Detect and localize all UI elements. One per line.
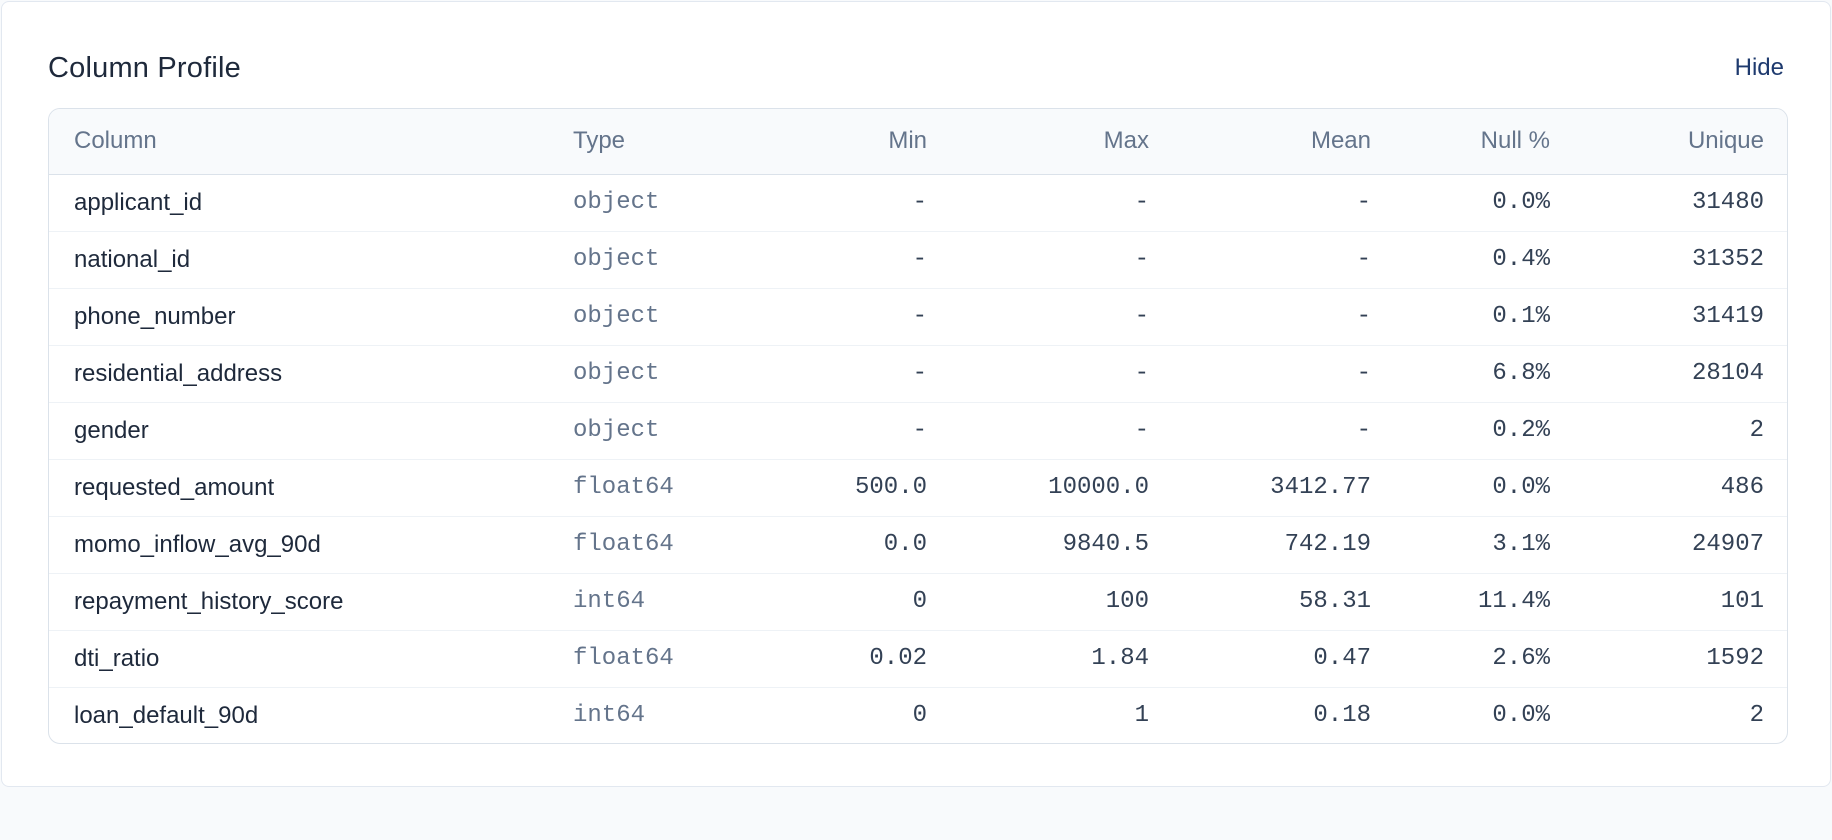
cell-mean: - — [1356, 360, 1371, 387]
column-profile-table-wrapper: Column Type Min Max Mean Null % Unique a… — [48, 108, 1788, 744]
header-min[interactable]: Min — [743, 109, 927, 174]
cell-column-name: repayment_history_score — [74, 587, 344, 615]
cell-mean: - — [1356, 417, 1371, 444]
cell-mean: 3412.77 — [1270, 474, 1371, 501]
table-row: phone_number object - - - 0.1% 31419 — [49, 288, 1787, 345]
cell-unique: 24907 — [1691, 531, 1764, 558]
cell-column-name: applicant_id — [74, 188, 203, 216]
cell-null-pct: 0.1% — [1492, 303, 1550, 330]
cell-min: - — [912, 246, 927, 273]
cell-null-pct: 0.2% — [1492, 417, 1550, 444]
cell-unique: 31419 — [1691, 303, 1764, 330]
cell-null-pct: 6.8% — [1492, 360, 1550, 387]
cell-max: - — [1134, 189, 1149, 216]
cell-column-name: momo_inflow_avg_90d — [74, 530, 321, 558]
cell-max: - — [1134, 360, 1149, 387]
table-row: gender object - - - 0.2% 2 — [49, 402, 1787, 459]
cell-type: float64 — [573, 474, 674, 501]
table-row: applicant_id object - - - 0.0% 31480 — [49, 174, 1787, 231]
cell-null-pct: 0.0% — [1492, 702, 1550, 730]
header-max[interactable]: Max — [927, 109, 1149, 174]
cell-min: 0 — [912, 588, 927, 615]
cell-null-pct: 0.0% — [1492, 189, 1550, 216]
header-null-pct[interactable]: Null % — [1371, 109, 1550, 174]
cell-column-name: national_id — [74, 245, 191, 273]
header-row: Column Type Min Max Mean Null % Unique — [49, 109, 1787, 174]
header-column[interactable]: Column — [49, 109, 573, 174]
cell-max: 1 — [1134, 702, 1149, 730]
cell-min: - — [912, 303, 927, 330]
cell-mean: 58.31 — [1298, 588, 1371, 615]
cell-max: - — [1134, 303, 1149, 330]
cell-column-name: phone_number — [74, 302, 236, 330]
panel-header: Column Profile Hide — [48, 48, 1784, 88]
header-mean[interactable]: Mean — [1149, 109, 1371, 174]
cell-type: float64 — [573, 531, 674, 558]
cell-max: - — [1134, 417, 1149, 444]
table-row: momo_inflow_avg_90d float64 0.0 9840.5 7… — [49, 516, 1787, 573]
table-row: repayment_history_score int64 0 100 58.3… — [49, 573, 1787, 630]
table-row: loan_default_90d int64 0 1 0.18 0.0% 2 — [49, 687, 1787, 743]
cell-max: - — [1134, 246, 1149, 273]
cell-mean: 742.19 — [1284, 531, 1371, 558]
cell-column-name: loan_default_90d — [74, 701, 259, 729]
cell-min: 0.0 — [883, 531, 927, 558]
cell-mean: - — [1356, 303, 1371, 330]
table-row: requested_amount float64 500.0 10000.0 3… — [49, 459, 1787, 516]
cell-max: 100 — [1105, 588, 1149, 615]
cell-max: 9840.5 — [1062, 531, 1149, 558]
cell-min: - — [912, 189, 927, 216]
cell-type: int64 — [573, 588, 646, 615]
hide-button[interactable]: Hide — [1735, 54, 1784, 82]
cell-null-pct: 11.4% — [1477, 588, 1550, 615]
cell-type: float64 — [573, 645, 674, 672]
cell-min: 500.0 — [854, 474, 927, 501]
table-row: dti_ratio float64 0.02 1.84 0.47 2.6% 15… — [49, 630, 1787, 687]
cell-mean: 0.18 — [1313, 702, 1371, 730]
column-profile-panel: Column Profile Hide Column Type Min Max … — [1, 1, 1831, 787]
cell-unique: 2 — [1749, 417, 1764, 444]
cell-unique: 101 — [1720, 588, 1764, 615]
cell-min: - — [912, 417, 927, 444]
header-unique[interactable]: Unique — [1550, 109, 1787, 174]
cell-column-name: residential_address — [74, 359, 283, 387]
cell-min: 0 — [912, 702, 927, 730]
cell-max: 1.84 — [1091, 645, 1149, 672]
cell-type: object — [573, 246, 660, 273]
cell-min: - — [912, 360, 927, 387]
panel-title: Column Profile — [48, 51, 241, 84]
cell-null-pct: 3.1% — [1492, 531, 1550, 558]
cell-unique: 1592 — [1706, 645, 1764, 672]
column-profile-table: Column Type Min Max Mean Null % Unique a… — [49, 109, 1787, 743]
cell-min: 0.02 — [869, 645, 927, 672]
cell-mean: - — [1356, 189, 1371, 216]
cell-max: 10000.0 — [1048, 474, 1149, 501]
cell-type: object — [573, 189, 660, 216]
cell-column-name: requested_amount — [74, 473, 275, 501]
cell-column-name: dti_ratio — [74, 644, 160, 672]
cell-null-pct: 0.0% — [1492, 474, 1550, 501]
cell-unique: 31352 — [1691, 246, 1764, 273]
cell-null-pct: 0.4% — [1492, 246, 1550, 273]
cell-unique: 31480 — [1691, 189, 1764, 216]
cell-type: object — [573, 417, 660, 444]
cell-unique: 2 — [1749, 702, 1764, 730]
cell-column-name: gender — [74, 416, 149, 444]
cell-mean: - — [1356, 246, 1371, 273]
table-body: applicant_id object - - - 0.0% 31480 nat… — [49, 174, 1787, 743]
cell-type: object — [573, 303, 660, 330]
header-type[interactable]: Type — [573, 109, 743, 174]
table-row: residential_address object - - - 6.8% 28… — [49, 345, 1787, 402]
cell-unique: 486 — [1720, 474, 1764, 501]
cell-type: object — [573, 360, 660, 387]
table-row: national_id object - - - 0.4% 31352 — [49, 231, 1787, 288]
cell-unique: 28104 — [1691, 360, 1764, 387]
cell-mean: 0.47 — [1313, 645, 1371, 672]
table-header: Column Type Min Max Mean Null % Unique — [49, 109, 1787, 174]
cell-null-pct: 2.6% — [1492, 645, 1550, 672]
cell-type: int64 — [573, 702, 646, 730]
